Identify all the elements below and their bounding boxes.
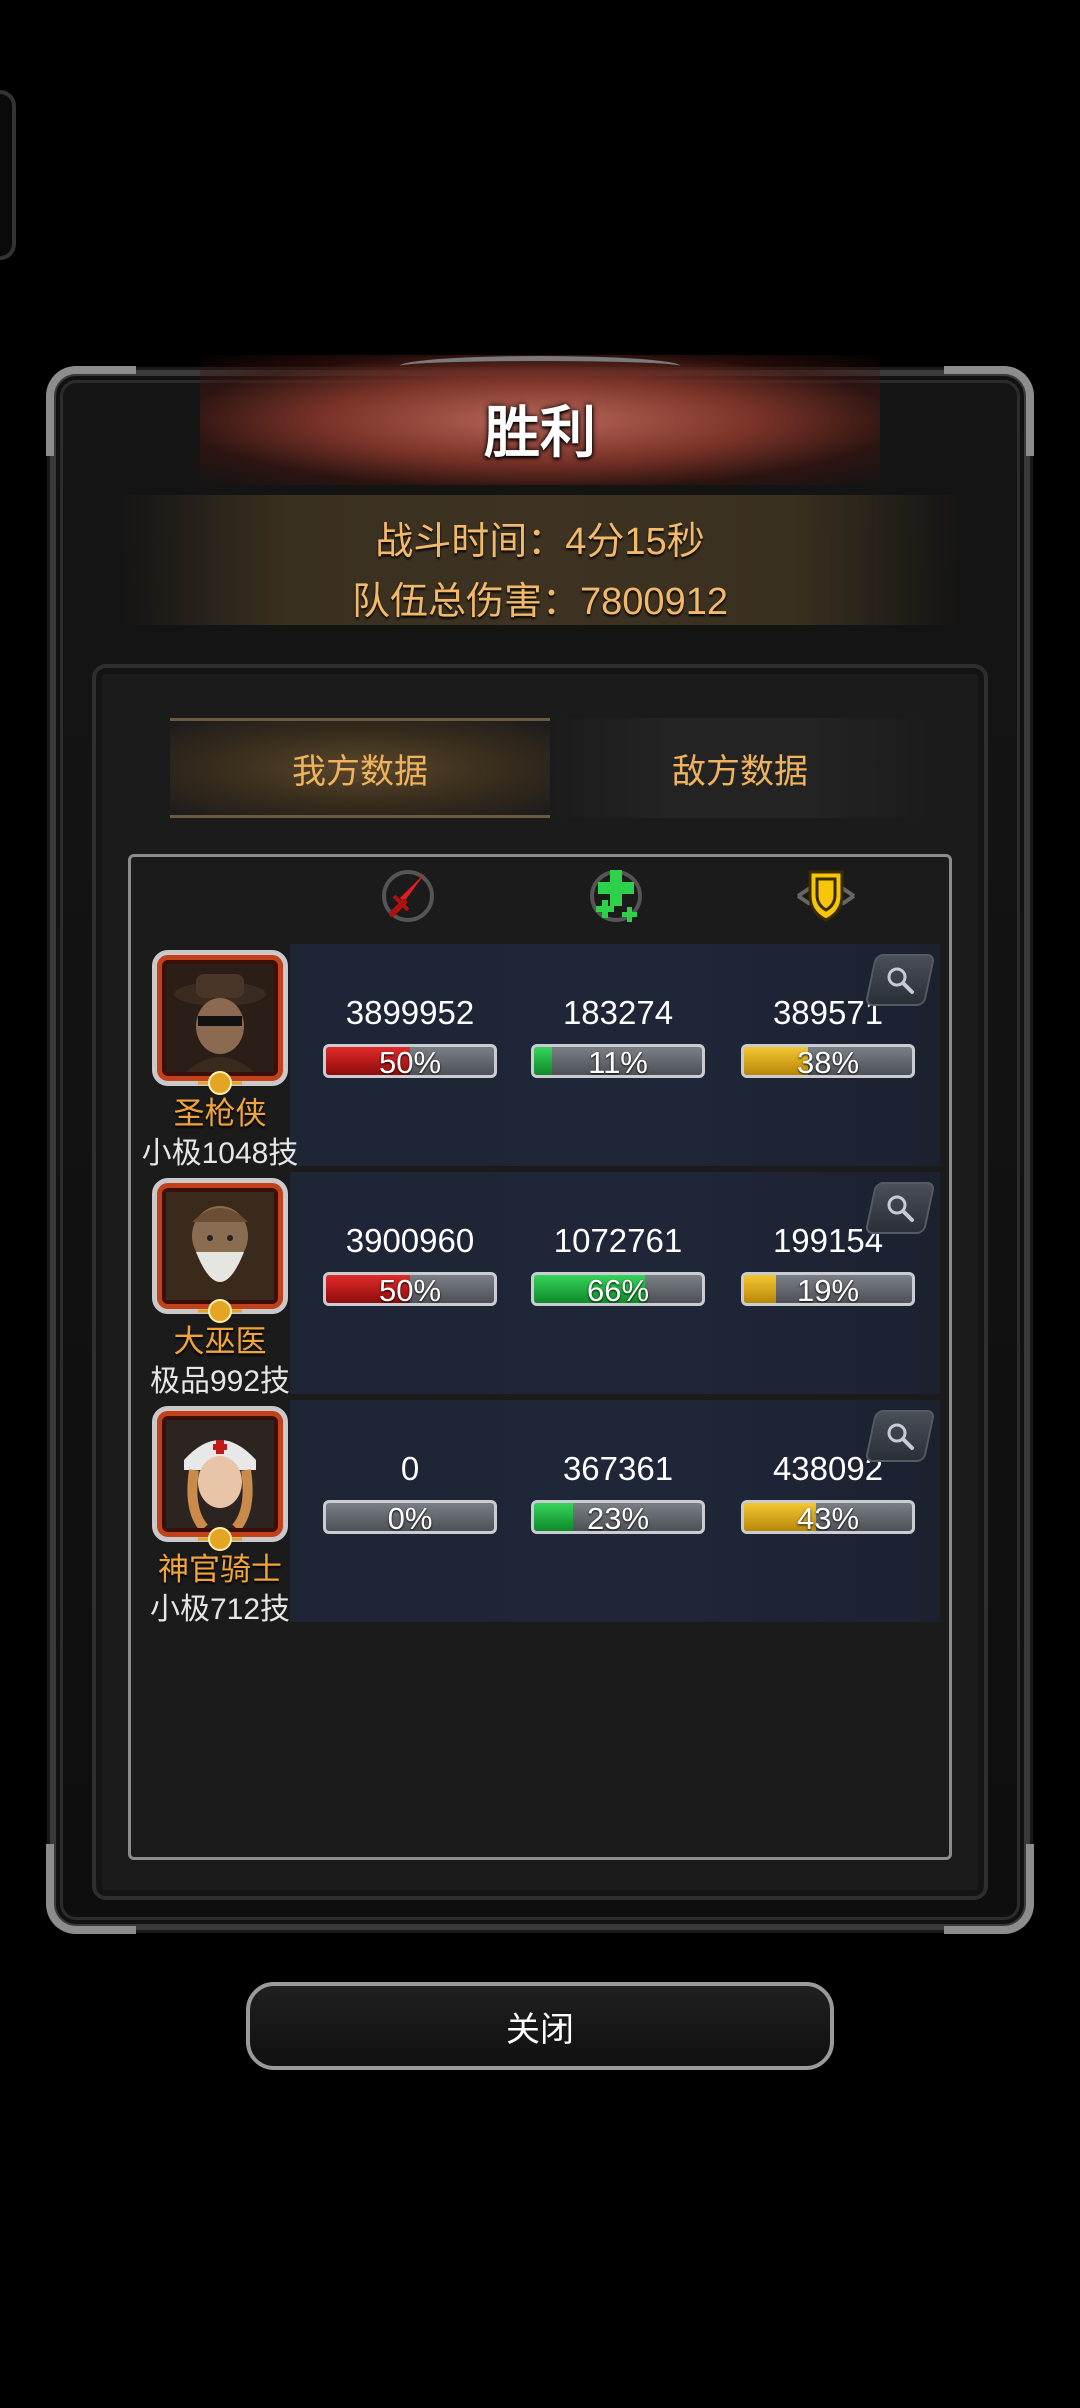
heal-value: 367361 (562, 1450, 674, 1487)
hero-portrait-holy-gunslinger[interactable] (152, 950, 288, 1086)
heal-percent-bar: 23% (531, 1500, 705, 1534)
magnifier-icon (887, 1195, 914, 1222)
damage-value: 3899952 (345, 994, 475, 1031)
heal-percent: 11% (588, 1045, 648, 1078)
damage-percent: 0% (387, 1501, 433, 1534)
heal-value: 183274 (562, 994, 674, 1031)
title-ornament (400, 356, 680, 376)
close-button[interactable]: 关闭 (246, 1982, 834, 2070)
hero-name: 神官骑士 (158, 1552, 282, 1587)
heal-percent: 66% (586, 1273, 650, 1306)
gold-shield-icon (796, 870, 856, 922)
tab-our-data[interactable]: 我方数据 (170, 718, 550, 818)
tank-percent: 38% (796, 1045, 860, 1078)
hero-detail-button[interactable] (864, 954, 936, 1006)
tab-enemy-data[interactable]: 敌方数据 (550, 718, 930, 818)
hero-portrait-grand-shaman[interactable] (152, 1178, 288, 1314)
magnifier-icon (887, 1423, 914, 1450)
victory-title: 胜利 (484, 401, 596, 464)
damage-percent-bar: 0% (323, 1500, 497, 1534)
hero-rank: 极品992技 (149, 1365, 291, 1398)
green-heal-cross-icon (590, 870, 642, 922)
hero-name: 大巫医 (173, 1324, 267, 1359)
battle-time: 战斗时间：4分15秒 (375, 521, 705, 563)
heal-percent-bar: 11% (531, 1044, 705, 1078)
tank-percent: 19% (796, 1273, 860, 1306)
tank-percent: 43% (796, 1501, 860, 1534)
hero-rank: 小极712技 (149, 1593, 291, 1626)
hero-detail-button[interactable] (864, 1410, 936, 1462)
damage-percent: 50% (378, 1273, 442, 1306)
hero-portrait-priest-knight[interactable] (152, 1406, 288, 1542)
heal-value: 1072761 (553, 1222, 683, 1259)
heal-percent: 23% (586, 1501, 650, 1534)
hero-rank: 小极1048技 (141, 1137, 299, 1170)
tank-percent-bar: 19% (741, 1272, 915, 1306)
damage-percent: 50% (378, 1045, 442, 1078)
damage-value: 0 (400, 1450, 420, 1487)
heal-percent-bar: 66% (531, 1272, 705, 1306)
damage-percent-bar: 50% (323, 1044, 497, 1078)
hero-name: 圣枪侠 (173, 1096, 267, 1131)
tank-percent-bar: 43% (741, 1500, 915, 1534)
tank-percent-bar: 38% (741, 1044, 915, 1078)
red-sword-icon (382, 870, 434, 922)
magnifier-icon (887, 967, 914, 994)
team-total-damage: 队伍总伤害：7800912 (352, 581, 728, 623)
hero-detail-button[interactable] (864, 1182, 936, 1234)
side-tab-handle[interactable] (0, 90, 16, 260)
damage-percent-bar: 50% (323, 1272, 497, 1306)
damage-value: 3900960 (345, 1222, 475, 1259)
